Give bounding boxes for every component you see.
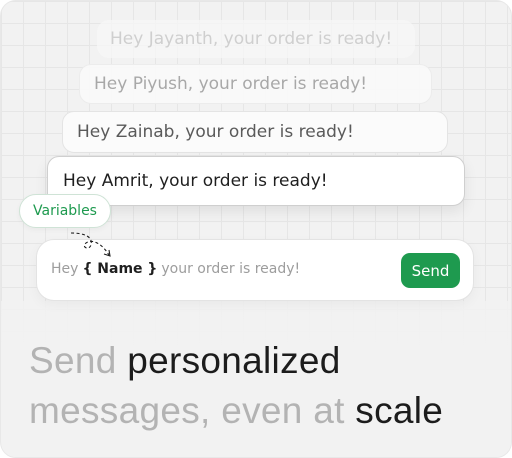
feature-headline: Send personalized messages, even at scal… — [29, 336, 509, 436]
send-button[interactable]: Send — [401, 253, 460, 288]
curvy-arrow-icon — [70, 232, 111, 257]
message-text: Hey Amrit, your order is ready! — [63, 171, 328, 191]
composer-prefix: Hey — [51, 261, 79, 277]
composer-suffix: your order is ready! — [161, 261, 301, 277]
message-preview-active: Hey Amrit, your order is ready! — [47, 156, 465, 206]
feature-card: Hey Jayanth, your order is ready! Hey Pi… — [0, 0, 512, 458]
headline-strong: personalized — [127, 340, 341, 381]
variables-label: Variables — [33, 203, 97, 219]
name-variable-chip[interactable]: { Name } — [82, 261, 157, 277]
headline-muted: Send — [29, 340, 117, 381]
headline-muted: messages, even at — [29, 390, 345, 431]
message-preview-2: Hey Piyush, your order is ready! — [79, 64, 432, 104]
headline-line-1: Send personalized — [29, 336, 509, 386]
message-text: Hey Piyush, your order is ready! — [94, 74, 368, 94]
variables-badge: Variables — [19, 194, 111, 228]
headline-line-2: messages, even at scale — [29, 386, 509, 436]
message-text: Hey Zainab, your order is ready! — [77, 122, 354, 142]
headline-strong: scale — [355, 390, 444, 431]
message-preview-3: Hey Zainab, your order is ready! — [62, 111, 448, 153]
message-preview-1: Hey Jayanth, your order is ready! — [97, 20, 415, 58]
composer-input[interactable]: Hey{ Name } your order is ready! — [51, 261, 300, 277]
message-text: Hey Jayanth, your order is ready! — [110, 29, 393, 49]
